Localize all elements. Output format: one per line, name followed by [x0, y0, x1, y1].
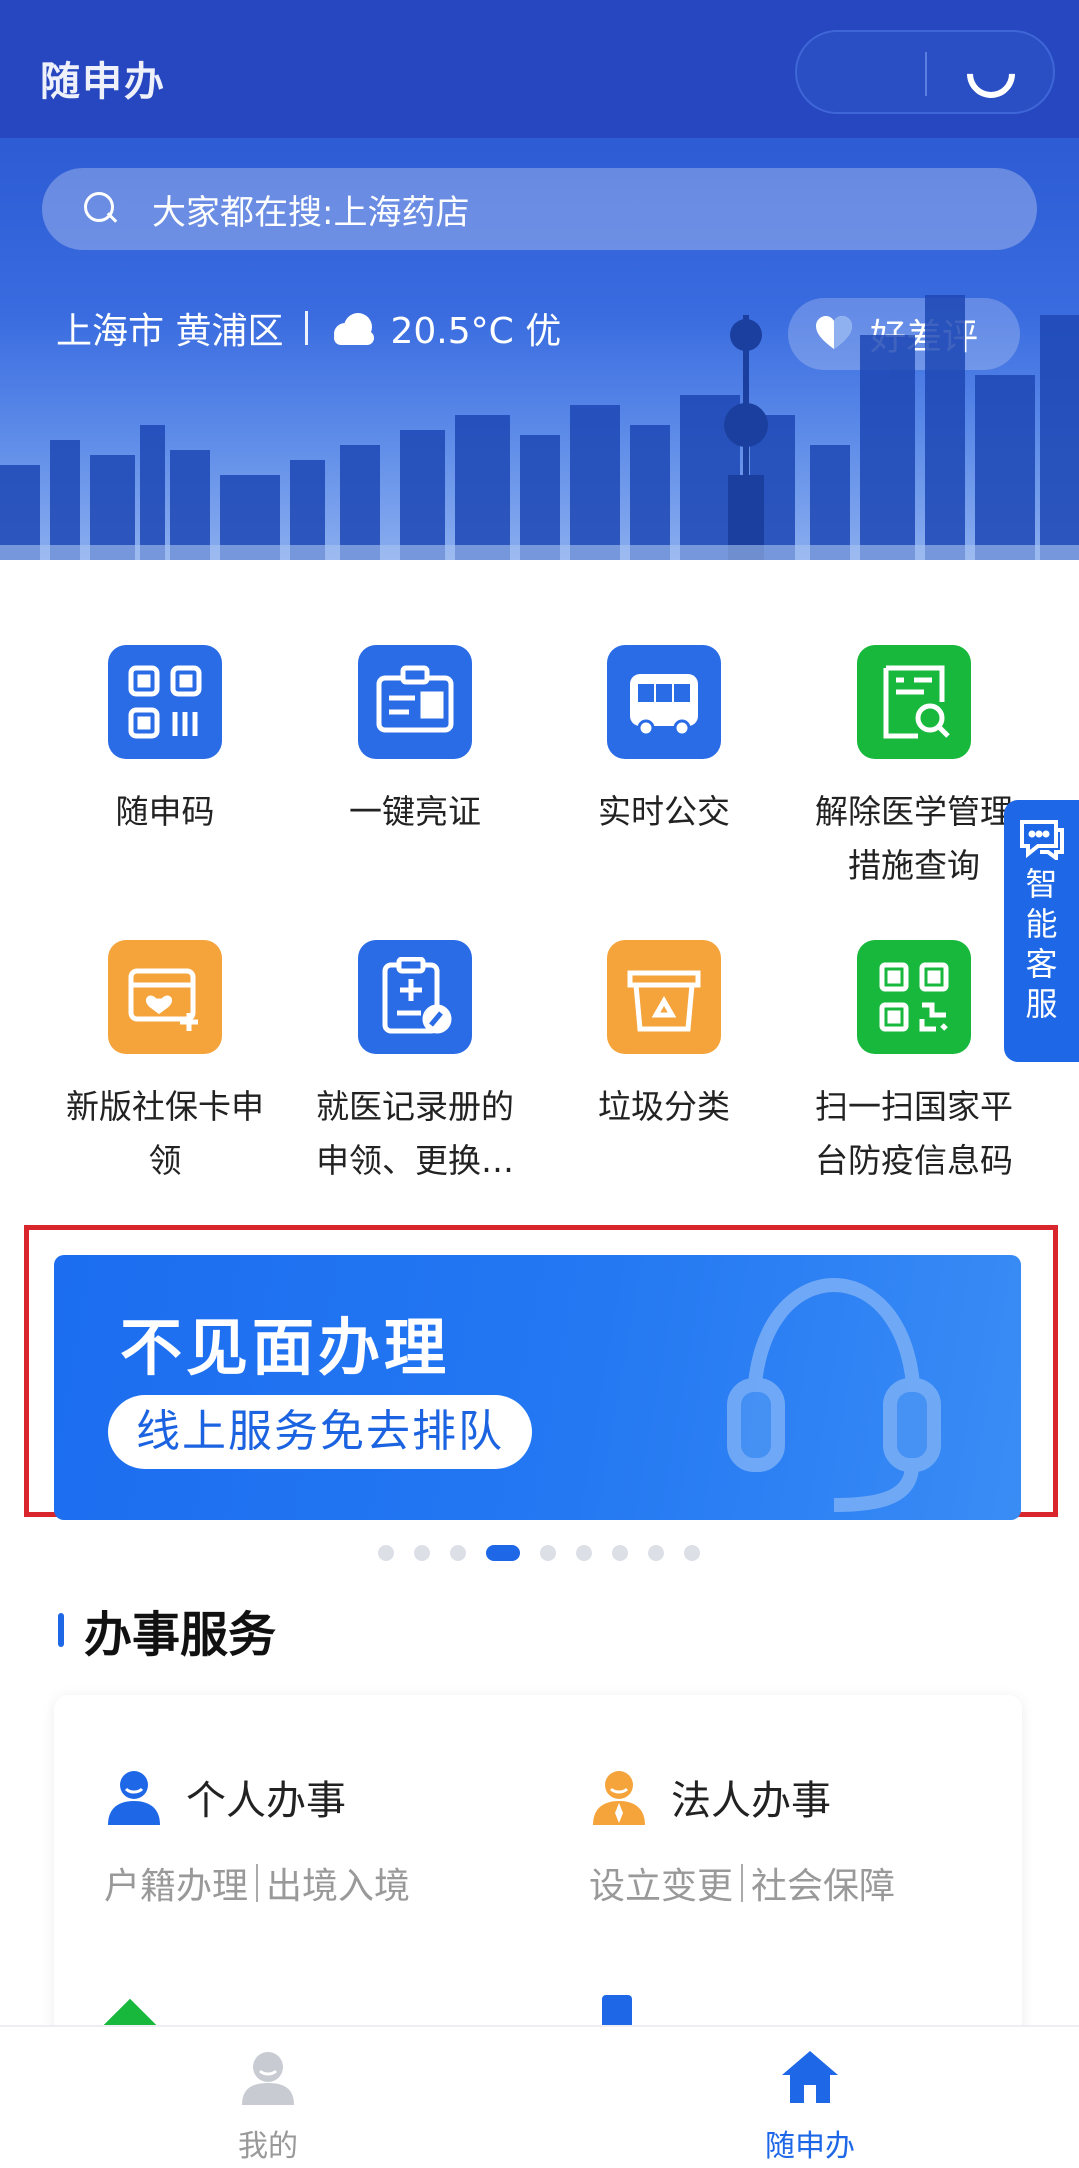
section-header: 办事服务	[58, 1595, 276, 1665]
service-sub-link[interactable]: 户籍办理	[104, 1857, 248, 1909]
service-sub-link[interactable]: 设立变更	[589, 1857, 733, 1909]
tile-label: 扫一扫国家平 台防疫信息码	[815, 1087, 1013, 1180]
services-card: 个人办事 户籍办理 出境入境 法人办事 设立变更 社会保障	[54, 1695, 1022, 2055]
corporate-person-icon	[589, 1767, 649, 1827]
carousel-dot[interactable]	[576, 1545, 592, 1561]
banner-subtitle: 线上服务免去排队	[108, 1395, 532, 1469]
nav-item-home[interactable]: 随申办	[710, 2047, 910, 2165]
service-entry-personal[interactable]: 个人办事 户籍办理 出境入境	[104, 1767, 410, 1909]
tile-label: 垃圾分类	[598, 1087, 730, 1126]
quick-service-tile[interactable]: 实时公交	[539, 645, 789, 839]
carousel-dot[interactable]	[684, 1545, 700, 1561]
app-title: 随申办	[40, 59, 166, 100]
close-circle-icon[interactable]	[957, 40, 1025, 108]
capsule-divider	[925, 52, 927, 96]
tile-label: 就医记录册的 申领、更换…	[316, 1087, 514, 1180]
tile-label: 解除医学管理 措施查询	[815, 792, 1013, 885]
garbage-bin-icon	[607, 940, 721, 1054]
service-entry-corporate[interactable]: 法人办事 设立变更 社会保障	[589, 1767, 895, 1909]
quick-service-tile[interactable]: 就医记录册的 申领、更换…	[290, 940, 540, 1188]
nav-label: 随申办	[765, 2129, 855, 2164]
service-name: 个人办事	[186, 1778, 346, 1824]
service-sub-link[interactable]: 社会保障	[751, 1857, 895, 1909]
scan-qr-icon	[857, 940, 971, 1054]
bottom-navigation: 我的 随申办	[0, 2025, 1079, 2168]
quick-service-tile[interactable]: 扫一扫国家平 台防疫信息码	[789, 940, 1039, 1188]
headset-icon	[727, 1277, 941, 1512]
customer-service-label: 智能客服	[1025, 865, 1058, 1023]
quick-service-tile[interactable]: 解除医学管理 措施查询	[789, 645, 1039, 893]
mini-program-capsule[interactable]	[795, 30, 1055, 114]
quick-service-tile[interactable]: 新版社保卡申领	[40, 940, 290, 1188]
tile-label: 随申码	[115, 792, 215, 831]
chat-bubble-icon	[1004, 816, 1079, 864]
section-accent-bar	[58, 1613, 64, 1647]
carousel-dot[interactable]	[450, 1545, 466, 1561]
banner-title: 不见面办理	[120, 1311, 451, 1384]
tile-label: 新版社保卡申领	[66, 1087, 264, 1180]
carousel-dot[interactable]	[648, 1545, 664, 1561]
person-icon	[104, 1767, 164, 1827]
profile-icon	[238, 2047, 298, 2107]
search-icon	[84, 192, 118, 226]
carousel-dot[interactable]	[414, 1545, 430, 1561]
quick-service-tile[interactable]: 垃圾分类	[539, 940, 789, 1134]
section-title: 办事服务	[84, 1607, 277, 1663]
carousel-dots	[378, 1545, 720, 1561]
qr-code-icon	[108, 645, 222, 759]
service-name: 法人办事	[671, 1778, 831, 1824]
nav-item-mine[interactable]: 我的	[168, 2047, 368, 2165]
carousel-dot[interactable]	[540, 1545, 556, 1561]
search-placeholder: 大家都在搜:上海药店	[152, 192, 470, 233]
id-card-icon	[358, 645, 472, 759]
city-skyline-illustration	[0, 295, 1079, 575]
tile-label: 实时公交	[598, 792, 730, 831]
carousel-dot-active[interactable]	[486, 1545, 520, 1561]
nav-label: 我的	[238, 2129, 298, 2164]
social-card-icon	[108, 940, 222, 1054]
tile-label: 一键亮证	[349, 792, 481, 831]
service-sub-link[interactable]: 出境入境	[266, 1857, 410, 1909]
carousel-dot[interactable]	[378, 1545, 394, 1561]
smart-customer-service-button[interactable]: 智能客服	[1004, 800, 1079, 1062]
promo-banner[interactable]: 不见面办理 线上服务免去排队	[54, 1255, 1021, 1520]
quick-service-tile[interactable]: 随申码	[40, 645, 290, 839]
bus-icon	[607, 645, 721, 759]
quick-service-tile[interactable]: 一键亮证	[290, 645, 540, 839]
home-icon	[780, 2047, 840, 2107]
medical-record-icon	[358, 940, 472, 1054]
hero-header: 随申办 大家都在搜:上海药店 上海市 黄浦区 20.5°C 优 好差评	[0, 0, 1079, 575]
carousel-dot[interactable]	[612, 1545, 628, 1561]
medical-search-icon	[857, 645, 971, 759]
search-bar[interactable]: 大家都在搜:上海药店	[42, 168, 1037, 250]
